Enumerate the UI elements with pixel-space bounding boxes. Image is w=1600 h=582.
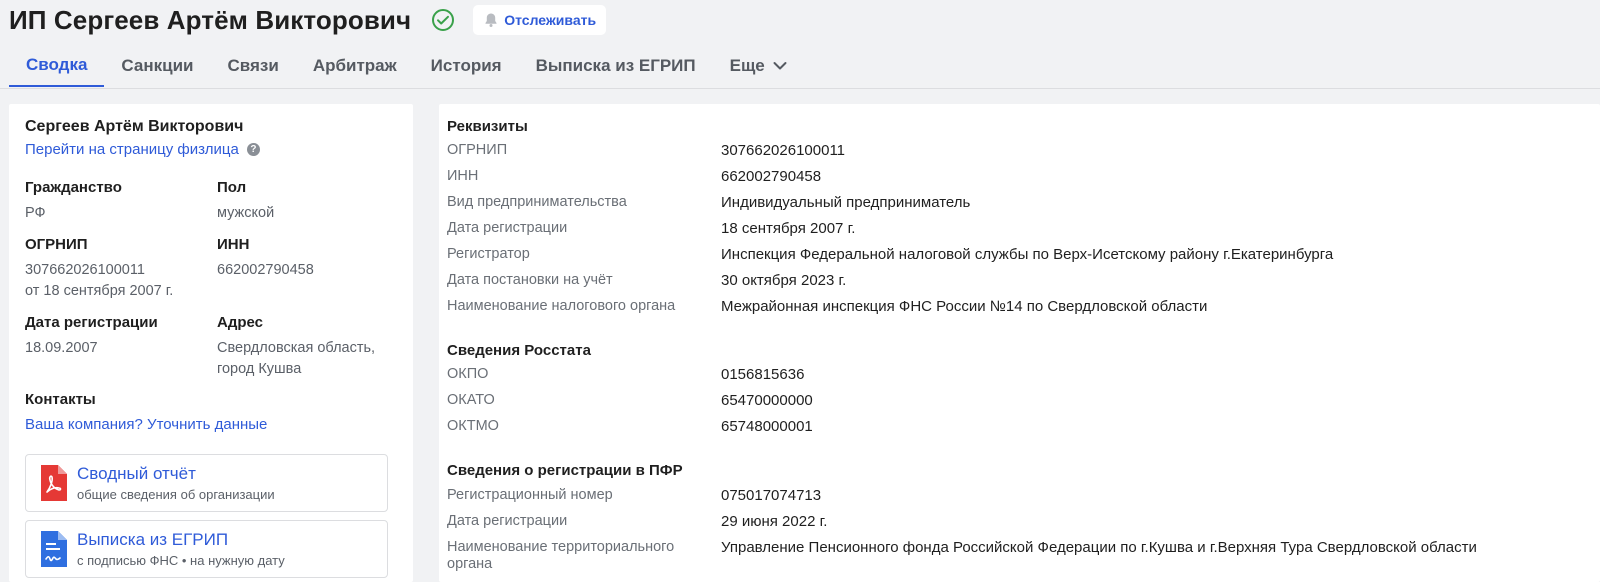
chevron-down-icon	[773, 61, 787, 71]
page-title: ИП Сергеев Артём Викторович	[9, 4, 412, 35]
row-value: 662002790458	[721, 168, 822, 185]
requisites-title: Реквизиты	[447, 118, 528, 135]
citizenship-value: РФ	[25, 205, 46, 221]
row-key: Регистратор	[447, 246, 530, 262]
rosstat-row: ОКПО 0156815636	[447, 366, 1587, 392]
person-page-link[interactable]: Перейти на страницу физлица ?	[25, 141, 260, 158]
row-key: Наименование налогового органа	[447, 298, 676, 314]
title-row: ИП Сергеев Артём Викторович Отслеживать	[9, 3, 607, 37]
rosstat-row: ОКАТО 65470000000	[447, 392, 1587, 418]
egrip-extract-subtitle: с подписью ФНС • на нужную дату	[77, 553, 285, 568]
egrip-extract-title: Выписка из ЕГРИП	[77, 530, 229, 549]
row-key: Вид предпринимательства	[447, 194, 627, 210]
sex-value: мужской	[217, 205, 275, 221]
tab-label: Связи	[227, 55, 279, 75]
inn-label: ИНН	[217, 236, 250, 253]
row-key: ОКАТО	[447, 392, 495, 408]
row-value: Индивидуальный предприниматель	[721, 194, 971, 211]
row-key: ОГРНИП	[447, 142, 508, 158]
pdf-icon	[39, 465, 67, 501]
row-key: ОКПО	[447, 366, 489, 382]
tab-label: Санкции	[121, 55, 194, 75]
row-value: 65470000000	[721, 392, 813, 409]
summary-report-title: Сводный отчёт	[77, 464, 196, 483]
ogrnip-date: от 18 сентября 2007 г.	[25, 283, 174, 299]
clarify-data-link[interactable]: Ваша компания? Уточнить данные	[25, 416, 267, 433]
row-value: 075017074713	[721, 487, 822, 504]
row-value: Управление Пенсионного фонда Российской …	[721, 539, 1477, 556]
tab-label: Арбитраж	[312, 55, 397, 75]
requisites-row: Дата постановки на учёт 30 октября 2023 г…	[447, 272, 1587, 298]
row-key: ОКТМО	[447, 418, 499, 434]
requisites-row: Вид предпринимательства Индивидуальный пр…	[447, 194, 1587, 220]
row-value: Инспекция Федеральной налоговой службы п…	[721, 246, 1334, 263]
tab-arbitration[interactable]: Арбитраж	[296, 44, 414, 87]
row-value: 18 сентября 2007 г.	[721, 220, 856, 237]
page-header: ИП Сергеев Артём Викторович Отслеживать …	[0, 0, 1600, 89]
tab-label: Выписка из ЕГРИП	[535, 55, 696, 75]
row-value: 30 октября 2023 г.	[721, 272, 847, 289]
person-name: Сергеев Артём Викторович	[25, 118, 244, 135]
tab-more[interactable]: Еще	[713, 44, 804, 87]
pfr-row: Дата регистрации 29 июня 2022 г.	[447, 513, 1587, 539]
reg-date-value: 18.09.2007	[25, 340, 98, 356]
rosstat-row: ОКТМО 65748000001	[447, 418, 1587, 444]
row-value: 0156815636	[721, 366, 805, 383]
row-value: 307662026100011	[721, 142, 846, 159]
egrip-extract-button[interactable]: Выписка из ЕГРИП с подписью ФНС • на нуж…	[25, 520, 388, 578]
row-key: Дата постановки на учёт	[447, 272, 613, 288]
tab-sanctions[interactable]: Санкции	[104, 44, 210, 87]
tab-summary[interactable]: Сводка	[9, 44, 105, 87]
row-key: Регистрационный номер	[447, 487, 613, 503]
address-label: Адрес	[217, 314, 264, 331]
row-value: Межрайонная инспекция ФНС России №14 по …	[721, 298, 1208, 315]
requisites-card: Реквизиты ОГРНИП 307662026100011 ИНН 66200…	[439, 104, 1600, 582]
tab-egrip-extract[interactable]: Выписка из ЕГРИП	[519, 44, 713, 87]
tab-connections[interactable]: Связи	[211, 44, 296, 87]
requisites-row: Регистратор Инспекция Федеральной налогов…	[447, 246, 1587, 272]
tab-label: История	[430, 55, 502, 75]
citizenship-label: Гражданство	[25, 179, 122, 196]
inn-value: 662002790458	[217, 262, 314, 278]
tab-label: Сводка	[26, 54, 88, 74]
bell-icon	[482, 11, 500, 29]
verified-check-icon	[431, 8, 455, 32]
follow-button[interactable]: Отслеживать	[473, 5, 607, 35]
ogrnip-value: 307662026100011	[25, 262, 145, 278]
summary-report-subtitle: общие сведения об организации	[77, 487, 275, 502]
row-value: 65748000001	[721, 418, 813, 435]
reg-date-label: Дата регистрации	[25, 314, 158, 331]
contacts-label: Контакты	[25, 391, 96, 408]
follow-button-label: Отслеживать	[504, 12, 597, 28]
row-key: Наименование территориального органа	[447, 539, 675, 572]
row-value: 29 июня 2022 г.	[721, 513, 828, 530]
address-line-2: город Кушва	[217, 361, 302, 377]
requisites-row: Наименование налогового органа Межрайонна…	[447, 298, 1587, 324]
tab-bar: Сводка Санкции Связи Арбитраж История Вы…	[9, 44, 804, 89]
address-line-1: Свердловская область,	[217, 340, 376, 356]
requisites-row: ИНН 662002790458	[447, 168, 1587, 194]
requisites-row: Дата регистрации 18 сентября 2007 г.	[447, 220, 1587, 246]
summary-report-button[interactable]: Сводный отчёт общие сведения об организа…	[25, 454, 388, 512]
row-key: Дата регистрации	[447, 513, 568, 529]
row-key: ИНН	[447, 168, 479, 184]
sex-label: Пол	[217, 179, 247, 196]
pfr-row: Регистрационный номер 075017074713	[447, 487, 1587, 513]
person-page-link-label: Перейти на страницу физлица	[25, 141, 239, 158]
signed-document-icon	[39, 531, 67, 567]
ogrnip-label: ОГРНИП	[25, 236, 88, 253]
requisites-row: ОГРНИП 307662026100011	[447, 142, 1587, 168]
tab-label: Еще	[729, 55, 765, 75]
tab-history[interactable]: История	[414, 44, 519, 87]
pfr-title: Сведения о регистрации в ПФР	[447, 462, 683, 479]
rosstat-title: Сведения Росстата	[447, 342, 591, 359]
row-key: Дата регистрации	[447, 220, 568, 236]
pfr-row: Наименование территориального органа Упра…	[447, 539, 1587, 579]
help-icon[interactable]: ?	[246, 143, 260, 156]
entrepreneur-summary-card: Сергеев Артём Викторович Перейти на стра…	[9, 104, 413, 582]
